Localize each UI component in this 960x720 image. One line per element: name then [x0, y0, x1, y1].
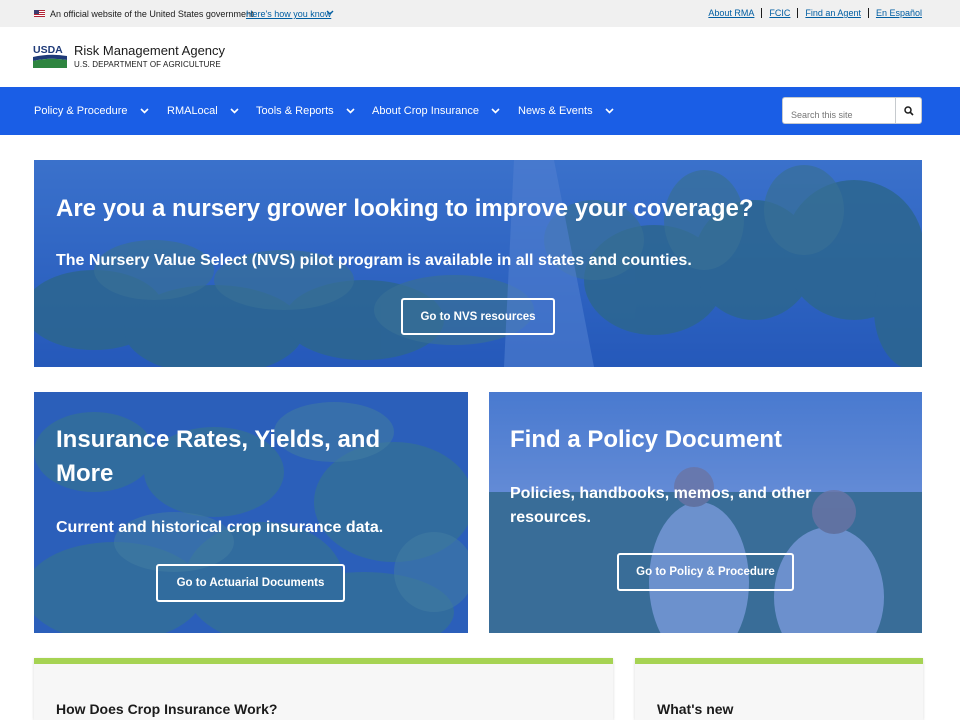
find-agent-link[interactable]: Find an Agent — [805, 8, 861, 18]
hero-subtitle: The Nursery Value Select (NVS) pilot pro… — [56, 252, 692, 269]
whats-new-panel: What's new — [635, 658, 923, 720]
chevron-down-icon — [139, 108, 149, 114]
chevron-down-icon — [605, 108, 614, 114]
us-flag-icon — [34, 10, 45, 17]
divider — [867, 8, 869, 18]
official-site-text: An official website of the United States… — [50, 9, 254, 19]
main-nav: Policy & Procedure RMALocal Tools & Repo… — [0, 87, 960, 135]
hero-banner: Are you a nursery grower looking to impr… — [34, 160, 922, 367]
nav-item-about-crop-insurance[interactable]: About Crop Insurance — [372, 87, 500, 135]
nav-item-news-events[interactable]: News & Events — [518, 87, 614, 135]
department-name: U.S. DEPARTMENT OF AGRICULTURE — [74, 60, 221, 69]
usda-logo[interactable]: USDA — [33, 44, 67, 68]
nav-item-label: Tools & Reports — [256, 105, 334, 117]
svg-text:USDA: USDA — [33, 44, 63, 56]
card-insurance-rates: Insurance Rates, Yields, and More Curren… — [34, 392, 468, 633]
chevron-down-icon[interactable] — [326, 10, 334, 16]
actuarial-documents-button[interactable]: Go to Actuarial Documents — [156, 564, 345, 602]
card-title-line: More — [56, 460, 114, 487]
search-button[interactable] — [895, 97, 922, 124]
card-subtitle-line: Policies, handbooks, memos, and other — [510, 485, 812, 502]
utility-links: About RMA FCIC Find an Agent En Español — [708, 8, 922, 18]
nav-item-label: About Crop Insurance — [372, 105, 480, 117]
hero-title: Are you a nursery grower looking to impr… — [56, 195, 754, 222]
how-you-know-link[interactable]: Here's how you know — [246, 9, 331, 19]
fcic-link[interactable]: FCIC — [769, 8, 790, 18]
en-espanol-link[interactable]: En Español — [876, 8, 922, 18]
card-find-policy: Find a Policy Document Policies, handboo… — [489, 392, 922, 633]
nav-item-policy-procedure[interactable]: Policy & Procedure — [34, 87, 149, 135]
search-icon — [903, 105, 914, 116]
nvs-resources-button[interactable]: Go to NVS resources — [401, 298, 555, 335]
chevron-down-icon — [230, 108, 239, 114]
site-header: USDA Risk Management Agency U.S. DEPARTM… — [0, 27, 960, 87]
gov-banner: An official website of the United States… — [0, 0, 960, 27]
nav-item-tools-reports[interactable]: Tools & Reports — [256, 87, 355, 135]
nav-item-label: RMALocal — [167, 105, 218, 117]
nav-item-rmalocal[interactable]: RMALocal — [167, 87, 239, 135]
panel-heading: How Does Crop Insurance Work? — [56, 701, 278, 717]
agency-name[interactable]: Risk Management Agency — [74, 43, 225, 58]
card-title: Find a Policy Document — [510, 426, 783, 453]
card-title-line: Insurance Rates, Yields, and — [56, 426, 381, 453]
search-input[interactable] — [782, 97, 896, 124]
policy-procedure-button[interactable]: Go to Policy & Procedure — [617, 553, 794, 591]
card-subtitle: Current and historical crop insurance da… — [56, 519, 384, 536]
divider — [797, 8, 799, 18]
chevron-down-icon — [491, 108, 500, 114]
about-rma-link[interactable]: About RMA — [708, 8, 754, 18]
card-subtitle-line: resources. — [510, 509, 591, 526]
divider — [761, 8, 763, 18]
nav-item-label: Policy & Procedure — [34, 105, 128, 117]
card-title: Insurance Rates, Yields, and More — [56, 423, 380, 491]
panel-heading: What's new — [657, 701, 734, 717]
crop-insurance-panel: How Does Crop Insurance Work? — [34, 658, 613, 720]
nav-item-label: News & Events — [518, 105, 593, 117]
card-subtitle: Policies, handbooks, memos, and other re… — [510, 482, 811, 530]
chevron-down-icon — [346, 108, 355, 114]
